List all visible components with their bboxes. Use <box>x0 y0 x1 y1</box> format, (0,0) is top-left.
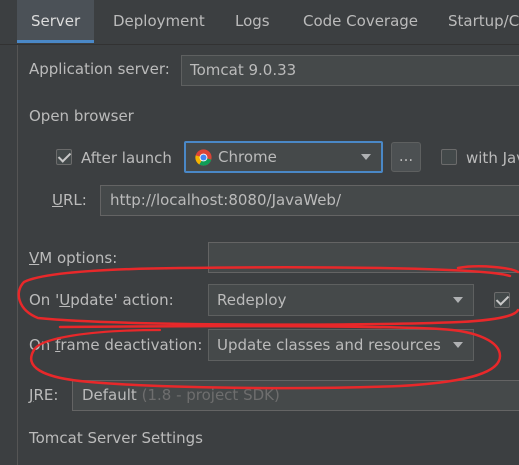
url-input[interactable]: http://localhost:8080/JavaWeb/ <box>100 185 519 216</box>
chevron-down-icon <box>453 297 463 303</box>
on-frame-value: Update classes and resources <box>217 336 441 354</box>
on-update-label: On 'Update' action: <box>29 291 174 309</box>
jre-label: JRE: <box>29 386 59 404</box>
tab-code-coverage[interactable]: Code Coverage <box>289 0 432 42</box>
jre-input[interactable]: Default (1.8 - project SDK) <box>72 380 519 411</box>
tab-logs[interactable]: Logs <box>221 0 284 42</box>
open-browser-label: Open browser <box>29 107 134 125</box>
jre-value: Default <box>82 386 137 404</box>
after-launch-label: After launch <box>81 149 172 167</box>
on-frame-select[interactable]: Update classes and resources <box>208 329 474 361</box>
on-update-select[interactable]: Redeploy <box>208 284 474 316</box>
tab-deployment[interactable]: Deployment <box>99 0 219 42</box>
tab-server[interactable]: Server <box>17 0 95 43</box>
tomcat-settings-label: Tomcat Server Settings <box>29 429 203 447</box>
check-icon <box>57 149 72 163</box>
with-js-label: with Jav <box>466 149 519 167</box>
jre-hint: (1.8 - project SDK) <box>141 386 280 404</box>
vm-options-input[interactable] <box>208 242 519 273</box>
vm-options-label: VM options: <box>29 249 118 267</box>
check-icon <box>495 292 510 306</box>
tab-startup[interactable]: Startup/C <box>434 0 519 42</box>
browse-button[interactable]: ... <box>391 142 421 172</box>
browser-value: Chrome <box>218 148 277 166</box>
chevron-down-icon <box>453 342 463 348</box>
chevron-down-icon <box>361 154 371 160</box>
with-js-checkbox[interactable] <box>441 149 457 165</box>
url-label: URL: <box>52 191 87 209</box>
chrome-icon <box>195 149 212 166</box>
on-update-value: Redeploy <box>217 291 287 309</box>
app-server-select[interactable]: Tomcat 9.0.33 <box>181 55 519 86</box>
browser-select[interactable]: Chrome <box>184 141 383 173</box>
app-server-value: Tomcat 9.0.33 <box>190 61 297 79</box>
on-frame-label: On frame deactivation: <box>29 336 203 354</box>
app-server-label: Application server: <box>29 60 170 78</box>
tab-bar: Server Deployment Logs Code Coverage Sta… <box>0 0 519 45</box>
after-launch-checkbox[interactable] <box>56 149 72 165</box>
show-dialog-checkbox[interactable] <box>494 292 510 308</box>
